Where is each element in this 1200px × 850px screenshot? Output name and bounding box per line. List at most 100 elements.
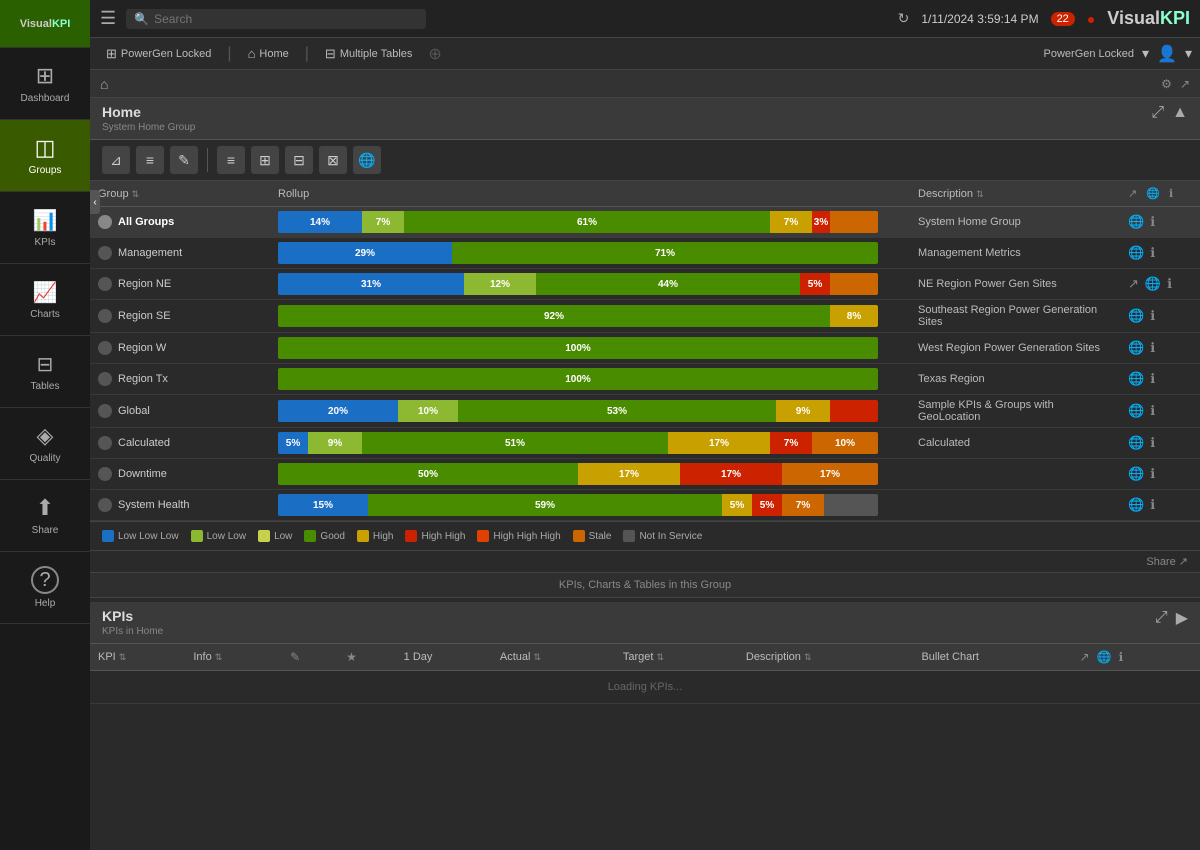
- collapse-icon[interactable]: ▲: [1172, 104, 1188, 122]
- sidebar-item-groups[interactable]: ◫ Groups: [0, 120, 90, 192]
- powergen-dropdown-icon[interactable]: ▾: [1142, 45, 1149, 62]
- description-cell: Sample KPIs & Groups with GeoLocation: [910, 395, 1120, 428]
- globe-icon[interactable]: 🌐: [1128, 371, 1144, 387]
- sidebar-item-share[interactable]: ⬆ Share: [0, 480, 90, 552]
- desc-sort-arrow[interactable]: ⇅: [976, 189, 984, 199]
- sidebar-item-charts[interactable]: 📈 Charts: [0, 264, 90, 336]
- rollup-bar[interactable]: 14%7%61%7%3%: [278, 211, 878, 233]
- globe-icon[interactable]: 🌐: [1128, 340, 1144, 356]
- rollup-bar[interactable]: 100%: [278, 337, 878, 359]
- info-icon[interactable]: ℹ: [1150, 340, 1155, 356]
- rollup-bar[interactable]: 100%: [278, 368, 878, 390]
- group-name-cell: Region NE: [90, 269, 270, 300]
- refresh-icon[interactable]: ↻: [898, 10, 910, 27]
- bar-segment-good: 50%: [278, 463, 578, 485]
- globe-icon[interactable]: 🌐: [1128, 435, 1144, 451]
- home-breadcrumb-icon[interactable]: ⌂: [100, 76, 108, 92]
- sidebar-item-quality[interactable]: ◈ Quality: [0, 408, 90, 480]
- sidebar-item-help[interactable]: ? Help: [0, 552, 90, 624]
- nav-tab-multiple-tables[interactable]: ⊟ Multiple Tables: [317, 42, 420, 66]
- view-toggle-button[interactable]: ≡: [136, 146, 164, 174]
- breadcrumb-right: ⚙ ↗: [1161, 77, 1190, 91]
- kpis-next-icon[interactable]: ▶: [1176, 608, 1188, 628]
- list-view-button[interactable]: ≡: [217, 146, 245, 174]
- row-actions: 🌐 ℹ: [1120, 490, 1200, 521]
- table-row: All Groups 14%7%61%7%3%System Home Group…: [90, 207, 1200, 238]
- rollup-bar[interactable]: 29%71%: [278, 242, 878, 264]
- search-box: 🔍: [126, 9, 426, 29]
- info-icon[interactable]: ℹ: [1150, 435, 1155, 451]
- globe-icon[interactable]: 🌐: [1128, 497, 1144, 513]
- home-section-title-group: Home System Home Group: [102, 104, 195, 133]
- external-link-header-icon[interactable]: ↗: [1128, 188, 1137, 200]
- sidebar-item-kpis[interactable]: 📊 KPIs: [0, 192, 90, 264]
- bar-segment-good: 61%: [404, 211, 770, 233]
- geo-button[interactable]: 🌐: [353, 146, 381, 174]
- filter-button[interactable]: ⊿: [102, 146, 130, 174]
- bar-segment-low: 12%: [464, 273, 536, 295]
- sidebar-item-dashboard[interactable]: ⊞ Dashboard: [0, 48, 90, 120]
- menu-button[interactable]: ☰: [100, 8, 116, 29]
- kpis-table: KPI ⇅ Info ⇅ ✎ ★ 1 Day: [90, 644, 1200, 704]
- globe-header-icon[interactable]: 🌐: [1146, 188, 1160, 200]
- group-status-icon: [98, 215, 112, 229]
- external-link-icon[interactable]: ↗: [1128, 276, 1139, 292]
- search-input[interactable]: [154, 12, 418, 26]
- medium-grid-button[interactable]: ⊟: [285, 146, 313, 174]
- bar-segment-stale: [830, 273, 878, 295]
- user-dropdown-icon[interactable]: ▾: [1185, 45, 1192, 62]
- globe-icon[interactable]: 🌐: [1128, 245, 1144, 261]
- rollup-bar[interactable]: 92%8%: [278, 305, 878, 327]
- info-icon[interactable]: ℹ: [1150, 308, 1155, 324]
- small-grid-button[interactable]: ⊞: [251, 146, 279, 174]
- settings-icon[interactable]: ⚙: [1161, 77, 1172, 91]
- info-icon[interactable]: ℹ: [1150, 497, 1155, 513]
- group-status-icon: [98, 404, 112, 418]
- bar-segment-lowlow: 20%: [278, 400, 398, 422]
- globe-icon[interactable]: 🌐: [1145, 276, 1161, 292]
- info-icon[interactable]: ℹ: [1150, 214, 1155, 230]
- kpis-col-1day: 1 Day: [396, 644, 492, 671]
- user-icon[interactable]: 👤: [1157, 44, 1177, 64]
- edit-button[interactable]: ✎: [170, 146, 198, 174]
- globe-icon[interactable]: 🌐: [1128, 403, 1144, 419]
- charts-icon: 📈: [33, 280, 58, 305]
- row-actions: 🌐 ℹ: [1120, 300, 1200, 333]
- sidebar-item-tables[interactable]: ⊟ Tables: [0, 336, 90, 408]
- nav-tab-powergen[interactable]: ⊞ PowerGen Locked: [98, 42, 219, 66]
- group-sort-arrow[interactable]: ⇅: [132, 189, 140, 199]
- description-cell: Southeast Region Power Generation Sites: [910, 300, 1120, 333]
- info-icon[interactable]: ℹ: [1150, 403, 1155, 419]
- alert-badge[interactable]: 22: [1051, 12, 1075, 26]
- rollup-bar[interactable]: 50%17%17%17%: [278, 463, 878, 485]
- table-row: System Health 15%59%5%5%7% 🌐 ℹ: [90, 490, 1200, 521]
- globe-icon[interactable]: 🌐: [1128, 214, 1144, 230]
- info-icon[interactable]: ℹ: [1150, 371, 1155, 387]
- legend-low: Low: [258, 530, 292, 542]
- navbar: ⊞ PowerGen Locked | ⌂ Home | ⊟ Multiple …: [90, 38, 1200, 70]
- bar-segment-highhigh: [830, 400, 878, 422]
- rollup-bar[interactable]: 31%12%44%5%: [278, 273, 878, 295]
- rollup-bar[interactable]: 15%59%5%5%7%: [278, 494, 878, 516]
- info-header-icon[interactable]: ℹ: [1169, 188, 1173, 200]
- kpis-col-edit: ✎: [282, 644, 338, 671]
- nav-tab-home[interactable]: ⌂ Home: [240, 42, 297, 65]
- share-label[interactable]: Share ↗: [1146, 556, 1188, 568]
- group-status-icon: [98, 277, 112, 291]
- large-grid-button[interactable]: ⊠: [319, 146, 347, 174]
- sidebar-collapse-chevron[interactable]: ‹: [90, 190, 100, 214]
- rollup-bar[interactable]: 5%9%51%17%7%10%: [278, 432, 878, 454]
- row-action-icons: 🌐 ℹ: [1128, 245, 1192, 261]
- rollup-bar[interactable]: 20%10%53%9%: [278, 400, 878, 422]
- add-tab-icon[interactable]: ⊕: [428, 44, 441, 64]
- globe-icon[interactable]: 🌐: [1128, 466, 1144, 482]
- info-icon[interactable]: ℹ: [1150, 245, 1155, 261]
- external-link-icon[interactable]: ↗: [1180, 77, 1190, 91]
- group-status-icon: [98, 246, 112, 260]
- info-icon[interactable]: ℹ: [1167, 276, 1172, 292]
- sidebar-item-label: Charts: [30, 309, 59, 320]
- kpis-expand-icon[interactable]: ⤢: [1155, 609, 1168, 627]
- globe-icon[interactable]: 🌐: [1128, 308, 1144, 324]
- info-icon[interactable]: ℹ: [1150, 466, 1155, 482]
- expand-icon[interactable]: ⤢: [1151, 104, 1164, 122]
